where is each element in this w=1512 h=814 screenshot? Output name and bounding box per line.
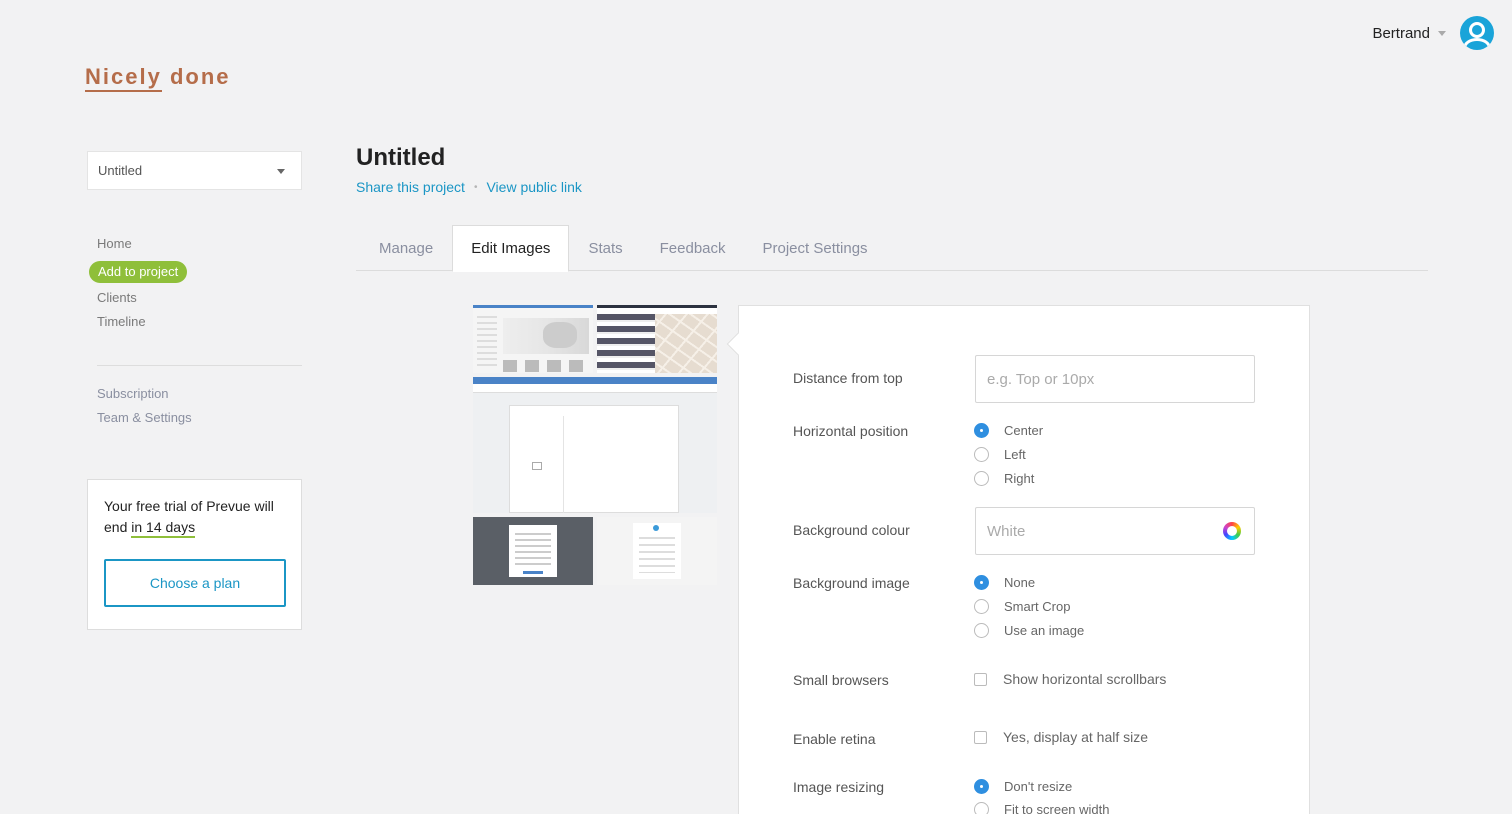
option-label: None [1004,575,1036,590]
distance-input[interactable]: e.g. Top or 10px [975,355,1255,403]
project-links: Share this project • View public link [356,179,582,195]
tab-feedback[interactable]: Feedback [642,225,744,271]
bgimage-option-use-image[interactable]: Use an image [974,623,1084,638]
sidebar-item-timeline[interactable]: Timeline [87,313,302,337]
option-label: Right [1004,471,1035,486]
sidebar-divider [97,365,302,366]
small-browsers-option[interactable]: Show horizontal scrollbars [974,671,1166,687]
logo-word-1: Nicely [85,64,162,92]
option-label: Yes, display at half size [1003,729,1149,745]
user-menu[interactable]: Bertrand [1372,16,1494,50]
sidebar-item-clients[interactable]: Clients [87,289,302,313]
trial-days: in 14 days [131,519,196,538]
bgcolour-value: White [987,522,1026,540]
bgcolour-label: Background colour [793,522,910,538]
tab-stats[interactable]: Stats [570,225,640,271]
hpos-option-right[interactable]: Right [974,471,1034,486]
option-label: Show horizontal scrollbars [1003,671,1167,687]
tab-manage[interactable]: Manage [356,225,451,271]
sidebar-nav-secondary: Subscription Team & Settings [87,385,302,433]
resize-option-fit[interactable]: Fit to screen width [974,802,1110,814]
distance-label: Distance from top [793,370,903,386]
sidebar-item-subscription[interactable]: Subscription [87,385,302,409]
sidebar-item-add-to-project[interactable]: Add to project [89,261,188,283]
hpos-option-left[interactable]: Left [974,447,1026,462]
chevron-down-icon [277,169,285,174]
retina-option[interactable]: Yes, display at half size [974,729,1148,745]
image-thumbnail[interactable] [473,305,593,373]
radio-selected[interactable] [974,779,989,794]
image-thumbnail[interactable] [473,377,717,513]
tab-bar: Manage Edit Images Stats Feedback Projec… [356,225,1428,272]
bgimage-option-smart-crop[interactable]: Smart Crop [974,599,1070,614]
sidebar-item-team-settings[interactable]: Team & Settings [87,409,302,433]
retina-label: Enable retina [793,731,876,747]
hpos-label: Horizontal position [793,423,909,439]
image-thumbnail-selected[interactable] [473,517,593,585]
project-select-value: Untitled [98,163,143,178]
sidebar-nav: Home Add to project Clients Timeline [87,235,302,337]
image-thumbnails [473,305,717,585]
bgimage-option-none[interactable]: None [974,575,1035,590]
tab-edit-images[interactable]: Edit Images [452,225,570,272]
bgimage-label: Background image [793,575,910,591]
choose-plan-button[interactable]: Choose a plan [104,559,286,607]
user-name[interactable]: Bertrand [1372,25,1430,42]
small-browsers-label: Small browsers [793,672,889,688]
image-thumbnail[interactable] [597,305,717,373]
link-separator: • [473,181,478,193]
option-label: Center [1004,423,1044,438]
checkbox[interactable] [974,730,987,744]
option-label: Fit to screen width [1004,802,1110,814]
option-label: Left [1004,447,1026,462]
sidebar-item-home[interactable]: Home [87,235,302,259]
chevron-down-icon[interactable] [1438,30,1446,36]
bgcolour-input[interactable]: White [975,507,1255,555]
tab-project-settings[interactable]: Project Settings [745,225,886,271]
radio-selected[interactable] [974,575,989,590]
radio[interactable] [974,471,989,486]
radio[interactable] [974,623,989,638]
page-title: Untitled [356,144,446,171]
resize-label: Image resizing [793,779,885,795]
brand-logo[interactable]: Nicely done [85,64,231,92]
radio[interactable] [974,447,989,462]
image-thumbnail[interactable] [597,517,717,585]
user-avatar-icon[interactable] [1460,16,1494,50]
radio-selected[interactable] [974,423,989,438]
option-label: Don't resize [1004,779,1073,794]
radio[interactable] [974,802,989,814]
view-public-link[interactable]: View public link [486,179,581,195]
trial-card: Your free trial of Prevue will end in 14… [87,479,302,630]
radio[interactable] [974,599,989,614]
share-project-link[interactable]: Share this project [356,179,465,195]
option-label: Smart Crop [1004,599,1071,614]
hpos-option-center[interactable]: Center [974,423,1043,438]
logo-word-2: done [161,64,231,89]
project-select[interactable]: Untitled [87,151,302,190]
trial-text: Your free trial of Prevue will end in 14… [104,496,285,538]
checkbox[interactable] [974,672,987,686]
option-label: Use an image [1004,623,1085,638]
color-picker-icon[interactable] [1223,522,1241,540]
resize-option-dont[interactable]: Don't resize [974,779,1072,794]
